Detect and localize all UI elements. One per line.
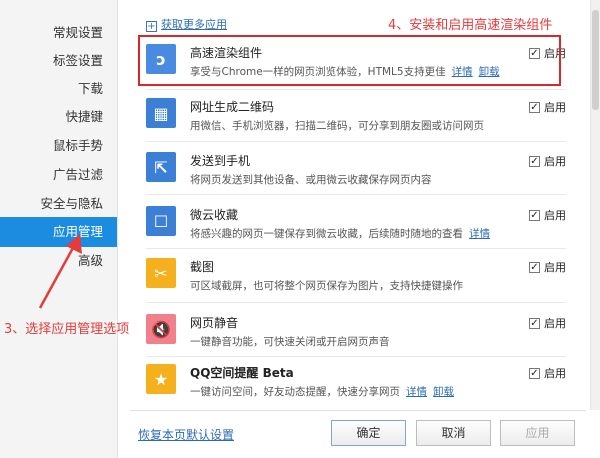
qr-code-icon: ▦ <box>146 98 176 128</box>
plugin-item: ↄ 高速渲染组件 享受与Chrome一样的网页浏览体验，HTML5支持更佳 详情卸… <box>146 38 566 90</box>
enable-label: 启用 <box>544 209 566 222</box>
plugin-title: 网页静音 <box>190 316 239 330</box>
plugin-uninstall-link[interactable]: 卸载 <box>433 386 454 398</box>
plugin-enable-checkbox[interactable]: ✓ 启用 <box>529 153 566 169</box>
plugin-desc-text: 享受与Chrome一样的网页浏览体验，HTML5支持更佳 <box>190 66 446 78</box>
annotation-arrow-icon <box>38 234 82 309</box>
divider <box>146 356 566 357</box>
plugin-enable-checkbox[interactable]: ✓ 启用 <box>529 259 566 275</box>
checkbox-checked-icon: ✓ <box>529 101 540 113</box>
divider <box>146 248 566 249</box>
plugin-desc: 享受与Chrome一样的网页浏览体验，HTML5支持更佳 详情 卸载 <box>190 64 500 79</box>
share-to-phone-icon: ⇱ <box>146 152 176 182</box>
plugin-item: 🔇 网页静音 一键静音功能，可快速关闭或开启网页声音 ✓ 启用 <box>146 308 566 360</box>
sidebar-item-tabs[interactable]: 标签设置 <box>0 46 117 76</box>
plugin-title: 高速渲染组件 <box>190 46 263 60</box>
plugin-enable-checkbox[interactable]: ✓ 启用 <box>529 99 566 115</box>
checkbox-checked-icon: ✓ <box>529 317 540 329</box>
plugin-details-link[interactable]: 详情 <box>469 228 490 240</box>
plugin-details-link[interactable]: 详情 <box>452 66 473 78</box>
scissors-icon: ✂ <box>146 258 176 288</box>
plugin-item: ⇱ 发送到手机 将网页发送到其他设备、或用微云收藏保存网页内容 ✓ 启用 <box>146 146 566 198</box>
plugin-desc-text: 一键访问空间，好友动态提醒，快速分享网页 <box>190 386 400 398</box>
divider <box>146 89 566 90</box>
plugin-title: QQ空间提醒 Beta <box>190 366 294 380</box>
plugin-item: ✂ 截图 可区域截屏，也可将整个网页保存为图片，支持快捷键操作 ✓ 启用 <box>146 252 566 304</box>
enable-label: 启用 <box>544 367 566 380</box>
plugin-desc: 可区域截屏，也可将整个网页保存为图片，支持快捷键操作 <box>190 280 463 292</box>
plugin-title: 截图 <box>190 260 215 274</box>
plugin-desc: 用微信、手机浏览器，扫描二维码，可分享到朋友圈或访问网页 <box>190 120 484 132</box>
cloud-collect-icon: ☐ <box>146 206 176 236</box>
divider <box>146 302 566 303</box>
plugin-desc: 一键访问空间，好友动态提醒，快速分享网页 详情 卸载 <box>190 384 454 399</box>
plugin-item: ▦ 网址生成二维码 用微信、手机浏览器，扫描二维码，可分享到朋友圈或访问网页 ✓… <box>146 92 566 144</box>
enable-label: 启用 <box>544 317 566 330</box>
checkbox-checked-icon: ✓ <box>529 261 540 273</box>
speaker-mute-icon: 🔇 <box>146 314 176 344</box>
enable-label: 启用 <box>544 155 566 168</box>
divider <box>146 141 566 142</box>
sidebar-item-download[interactable]: 下载 <box>0 74 117 104</box>
scrollbar[interactable] <box>590 0 600 410</box>
plugin-enable-checkbox[interactable]: ✓ 启用 <box>529 45 566 61</box>
plugin-desc: 一键静音功能，可快速关闭或开启网页声音 <box>190 336 390 348</box>
divider <box>146 194 566 195</box>
sidebar-item-ad-filter[interactable]: 广告过滤 <box>0 160 117 190</box>
checkbox-checked-icon: ✓ <box>529 209 540 221</box>
plus-icon: + <box>146 21 157 32</box>
sidebar-item-mouse-gestures[interactable]: 鼠标手势 <box>0 131 117 161</box>
plugin-item: ☐ 微云收藏 将感兴趣的网页一键保存到微云收藏，后续随时随地的查看 详情 ✓ 启用 <box>146 200 566 252</box>
checkbox-checked-icon: ✓ <box>529 155 540 167</box>
plugin-uninstall-link[interactable]: 卸载 <box>479 66 500 78</box>
plugin-desc: 将网页发送到其他设备、或用微云收藏保存网页内容 <box>190 174 432 186</box>
cancel-button[interactable]: 取消 <box>416 420 491 446</box>
plugin-desc: 将感兴趣的网页一键保存到微云收藏，后续随时随地的查看 详情 <box>190 226 490 241</box>
checkbox-checked-icon: ✓ <box>529 47 540 59</box>
sidebar-item-general[interactable]: 常规设置 <box>0 18 117 48</box>
apply-button[interactable]: 应用 <box>500 420 575 446</box>
plugin-enable-checkbox[interactable]: ✓ 启用 <box>529 315 566 331</box>
plugin-title: 网址生成二维码 <box>190 100 275 114</box>
enable-label: 启用 <box>544 47 566 60</box>
checkbox-checked-icon: ✓ <box>529 367 540 379</box>
get-more-apps-label: 获取更多应用 <box>161 18 227 31</box>
restore-defaults-link[interactable]: 恢复本页默认设置 <box>138 426 234 443</box>
settings-sidebar: 常规设置 标签设置 下载 快捷键 鼠标手势 广告过滤 安全与隐私 应用管理 高级 <box>0 0 118 458</box>
chrome-swirl-icon: ↄ <box>146 44 176 74</box>
star-icon: ★ <box>146 364 176 394</box>
plugin-enable-checkbox[interactable]: ✓ 启用 <box>529 365 566 381</box>
plugin-desc-text: 将感兴趣的网页一键保存到微云收藏，后续随时随地的查看 <box>190 228 463 240</box>
enable-label: 启用 <box>544 261 566 274</box>
annotation-step-4: 4、安装和启用高速渲染组件 <box>388 18 553 33</box>
enable-label: 启用 <box>544 101 566 114</box>
ok-button[interactable]: 确定 <box>331 420 406 446</box>
footer-divider <box>130 410 586 411</box>
plugin-details-link[interactable]: 详情 <box>406 386 427 398</box>
annotation-step-3: 3、选择应用管理选项 <box>4 322 130 337</box>
plugin-title: 发送到手机 <box>190 154 251 168</box>
get-more-apps-link[interactable]: + 获取更多应用 <box>146 16 227 32</box>
sidebar-item-security[interactable]: 安全与隐私 <box>0 189 117 219</box>
scrollbar-thumb[interactable] <box>592 10 599 110</box>
plugin-enable-checkbox[interactable]: ✓ 启用 <box>529 207 566 223</box>
plugin-item: ★ QQ空间提醒 Beta 一键访问空间，好友动态提醒，快速分享网页 详情 卸载 ✓… <box>146 358 566 410</box>
sidebar-item-shortcuts[interactable]: 快捷键 <box>0 102 117 132</box>
plugin-title: 微云收藏 <box>190 208 239 222</box>
